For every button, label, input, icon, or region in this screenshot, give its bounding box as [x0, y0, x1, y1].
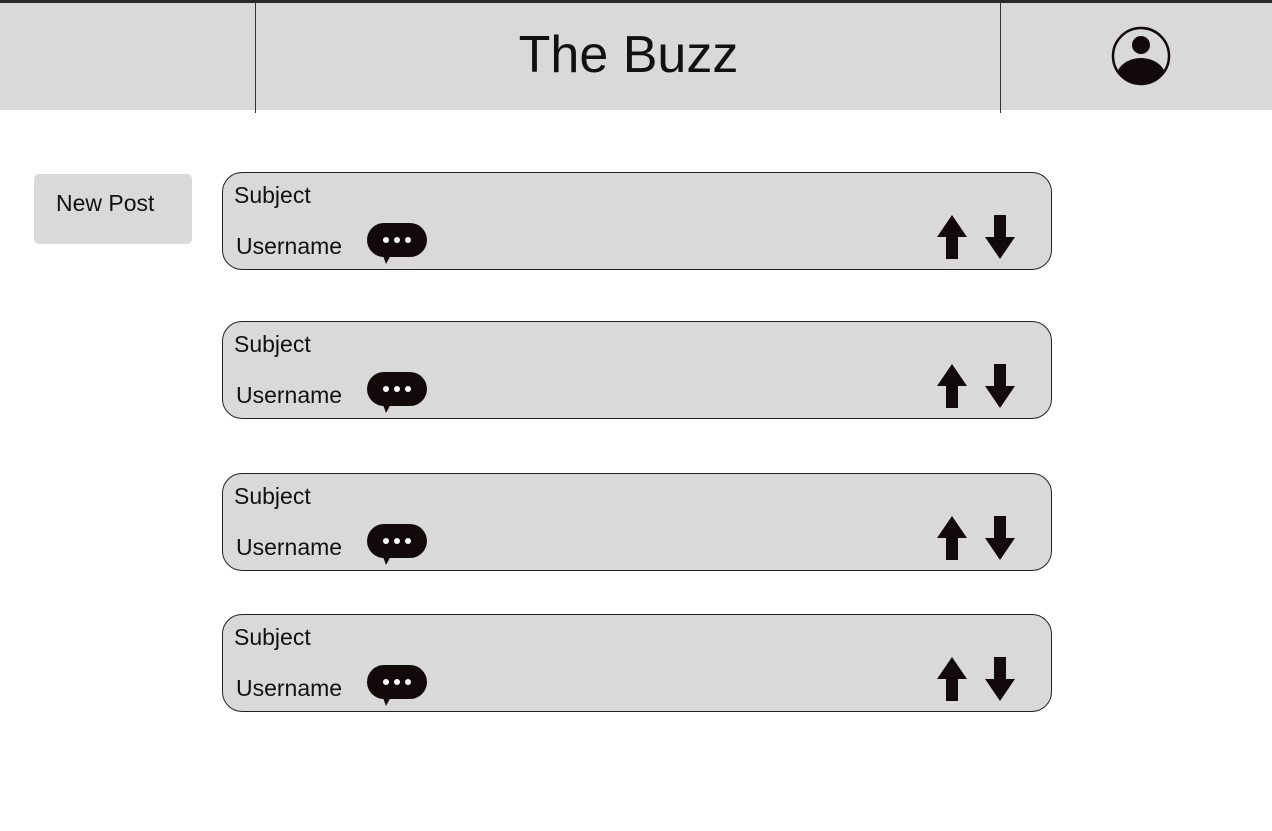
upvote-button[interactable] [936, 655, 968, 703]
post-username[interactable]: Username [236, 232, 342, 260]
downvote-button[interactable] [984, 362, 1016, 410]
profile-button[interactable] [1110, 25, 1172, 87]
post-subject: Subject [234, 331, 311, 357]
arrow-down-icon [985, 364, 1015, 408]
comment-button[interactable] [367, 372, 427, 414]
post-username[interactable]: Username [236, 381, 342, 409]
post-username[interactable]: Username [236, 533, 342, 561]
downvote-button[interactable] [984, 514, 1016, 562]
upvote-button[interactable] [936, 362, 968, 410]
post-card[interactable]: Subject Username [222, 614, 1052, 712]
upvote-button[interactable] [936, 514, 968, 562]
header-divider-right [1000, 3, 1001, 113]
arrow-up-icon [937, 215, 967, 259]
speech-bubble-icon [367, 665, 427, 706]
page-title: The Buzz [518, 26, 739, 84]
post-card[interactable]: Subject Username [222, 473, 1052, 571]
post-card[interactable]: Subject Username [222, 172, 1052, 270]
downvote-button[interactable] [984, 213, 1016, 261]
comment-button[interactable] [367, 524, 427, 566]
arrow-up-icon [937, 657, 967, 701]
post-subject: Subject [234, 483, 311, 509]
header-bar: The Buzz [0, 0, 1272, 113]
comment-button[interactable] [367, 665, 427, 707]
upvote-button[interactable] [936, 213, 968, 261]
post-subject: Subject [234, 182, 311, 208]
post-subject: Subject [234, 624, 311, 650]
arrow-down-icon [985, 516, 1015, 560]
comment-button[interactable] [367, 223, 427, 265]
arrow-down-icon [985, 215, 1015, 259]
user-circle-icon [1111, 26, 1171, 86]
new-post-button[interactable]: New Post [34, 174, 192, 244]
arrow-down-icon [985, 657, 1015, 701]
speech-bubble-icon [367, 223, 427, 264]
downvote-button[interactable] [984, 655, 1016, 703]
speech-bubble-icon [367, 524, 427, 565]
post-card[interactable]: Subject Username [222, 321, 1052, 419]
speech-bubble-icon [367, 372, 427, 413]
arrow-up-icon [937, 364, 967, 408]
post-username[interactable]: Username [236, 674, 342, 702]
arrow-up-icon [937, 516, 967, 560]
